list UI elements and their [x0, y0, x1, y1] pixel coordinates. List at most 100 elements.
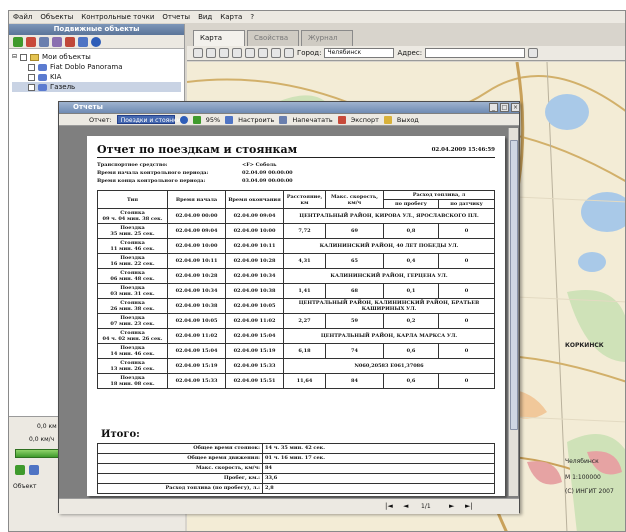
menu-reports[interactable]: Отчеты [162, 13, 190, 21]
tab-properties[interactable]: Свойства [247, 30, 299, 46]
menu-view[interactable]: Вид [198, 13, 212, 21]
menu-objects[interactable]: Объекты [40, 13, 73, 21]
delete-icon[interactable] [65, 36, 75, 47]
cell-end: 02.04.09 10:00 [225, 223, 284, 239]
menu-help[interactable]: ? [250, 13, 254, 21]
export-button[interactable]: Экспорт [351, 116, 379, 124]
zoom-out-icon[interactable] [219, 48, 229, 58]
pointer-icon[interactable] [193, 48, 203, 58]
exit-button[interactable]: Выход [397, 116, 419, 124]
cell-type: Стоянка 11 мин. 46 сек. [97, 238, 168, 254]
cell-start: 02.04.09 15:33 [167, 373, 226, 389]
list-icon[interactable] [52, 36, 62, 47]
find-icon[interactable] [271, 48, 281, 58]
settings-button[interactable]: Настроить [238, 116, 274, 124]
cell-start: 02.04.09 11:02 [167, 328, 226, 344]
settings-icon[interactable] [225, 115, 234, 124]
cell-fuel-sensor: 0 [437, 343, 496, 359]
col-fuel: Расход топлива, л [383, 190, 495, 200]
cell-type: Стоянка 09 ч. 04 мин. 38 сек. [97, 208, 168, 224]
cell-end: 02.04.09 10:28 [225, 253, 284, 269]
minimize-button[interactable]: _ [489, 103, 498, 112]
vertical-scrollbar[interactable] [508, 128, 518, 496]
meta-start-label: Время начала контрольного периода: [97, 170, 209, 176]
close-button[interactable]: × [511, 103, 520, 112]
cell-max-speed: 74 [325, 343, 384, 359]
cell-start: 02.04.09 15:19 [167, 358, 226, 374]
cell-max-speed: 84 [325, 373, 384, 389]
scrollbar-thumb[interactable] [510, 140, 518, 430]
move-icon[interactable] [192, 115, 201, 124]
title-divider [97, 157, 495, 158]
table-row: Стоянка 26 мин. 38 сек. 02.04.09 10:38 02.0… [97, 298, 495, 314]
checkbox[interactable] [28, 63, 35, 71]
report-page: Отчет по поездкам и стоянкам 02.04.2009 … [87, 136, 505, 496]
fit-icon[interactable] [258, 48, 268, 58]
col-fuel-sensor: по датчику [437, 199, 496, 209]
city-combo[interactable]: Челябинск [324, 48, 395, 58]
print-icon[interactable] [279, 115, 288, 124]
expand-icon[interactable]: ⊟ [12, 52, 17, 62]
stop-icon[interactable] [26, 36, 36, 47]
play-icon[interactable] [15, 465, 25, 475]
tree-item-my-objects[interactable]: ⊟ Мои объекты [12, 52, 181, 62]
row-duration: 06 мин. 48 сек. [110, 276, 155, 282]
menu-checkpoints[interactable]: Контрольные точки [81, 13, 154, 21]
next-page-icon[interactable]: ► [449, 502, 454, 510]
table-row: Поездка 07 мин. 23 сек. 02.04.09 10:05 02.0… [97, 313, 496, 329]
grid-icon[interactable] [39, 36, 49, 47]
cell-type: Поездка 18 мин. 08 сек. [97, 373, 168, 389]
report-status-bar: |◄ ◄ 1/1 ► ►| [59, 498, 519, 514]
speed-readout: 0,0 км/ч [29, 436, 55, 443]
address-input[interactable] [425, 48, 526, 58]
checkbox[interactable] [20, 53, 28, 61]
zoom-select[interactable]: 95% [206, 116, 220, 124]
exit-icon[interactable] [383, 115, 392, 124]
tab-journal[interactable]: Журнал [301, 30, 353, 46]
report-type-select[interactable]: Поездки и стоянки [116, 115, 181, 124]
tree-item-kia[interactable]: KIA [12, 72, 181, 82]
tree-item-fiat[interactable]: Fiat Doblo Panorama [12, 62, 181, 72]
col-start: Время начала [167, 190, 226, 209]
meta-start-value: 02.04.09 00:00:00 [242, 170, 293, 176]
cell-end: 02.04.09 09:04 [225, 208, 284, 224]
pan-icon[interactable] [245, 48, 255, 58]
cell-end: 02.04.09 10:05 [225, 298, 284, 314]
globe-icon[interactable] [91, 36, 101, 47]
zoom-rect-icon[interactable] [232, 48, 242, 58]
checkbox[interactable] [28, 83, 35, 91]
cell-fuel-sensor: 0 [437, 223, 496, 239]
report-title: Отчет по поездкам и стоянкам [97, 143, 298, 156]
meta-vehicle-value: <F> Соболь [242, 162, 277, 168]
last-page-icon[interactable]: ►| [465, 502, 473, 510]
tab-label: Карта [200, 34, 223, 42]
table-row: Поездка 35 мин. 25 сек. 02.04.09 09:04 02.0… [97, 223, 496, 239]
cell-end: 02.04.09 10:11 [225, 238, 284, 254]
cell-start: 02.04.09 09:04 [167, 223, 226, 239]
col-fuel-mileage: по пробегу [383, 199, 439, 209]
cell-fuel-mileage: 0,6 [383, 373, 439, 389]
track-icon[interactable] [29, 465, 39, 475]
col-type: Тип [97, 190, 168, 209]
cell-fuel-sensor: 0 [437, 253, 496, 269]
maximize-button[interactable]: □ [500, 103, 509, 112]
cell-type: Поездка 35 мин. 25 сек. [97, 223, 168, 239]
prev-page-icon[interactable]: ◄ [403, 502, 408, 510]
print-button[interactable]: Напечатать [292, 116, 332, 124]
refresh-icon[interactable] [13, 36, 23, 47]
tab-map[interactable]: Карта [193, 30, 245, 46]
place-label-korkinsk: КОРКИНСК [565, 342, 604, 349]
tree-item-label: Газель [50, 83, 76, 91]
zoom-in-icon[interactable] [206, 48, 216, 58]
checkbox[interactable] [28, 73, 35, 81]
menu-file[interactable]: Файл [13, 13, 32, 21]
export-icon[interactable] [337, 115, 346, 124]
menu-map[interactable]: Карта [220, 13, 242, 21]
layers-icon[interactable] [284, 48, 294, 58]
map-scale: М 1:100000 [565, 474, 601, 481]
filter-icon[interactable] [78, 36, 88, 47]
first-page-icon[interactable]: |◄ [385, 502, 393, 510]
search-icon[interactable] [528, 48, 539, 58]
run-icon[interactable] [179, 115, 188, 124]
tree-item-gazel[interactable]: Газель [12, 82, 181, 92]
